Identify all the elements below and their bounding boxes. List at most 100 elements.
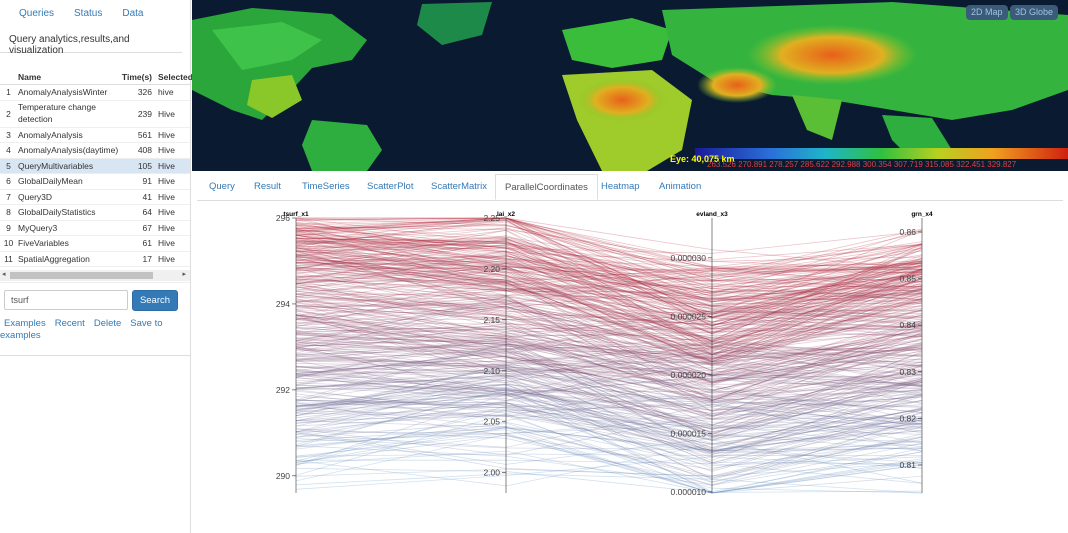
row-index: 4	[6, 145, 11, 155]
row-time: 17	[142, 253, 152, 264]
row-name: QueryMultivariables	[18, 160, 94, 171]
row-time: 91	[142, 176, 152, 186]
axis-label: evland_x3	[696, 211, 728, 218]
tab-timeseries[interactable]: TimeSeries	[300, 174, 352, 200]
row-time: 326	[137, 87, 152, 97]
table-row[interactable]: 7 Query3D 41 Hive	[0, 190, 190, 205]
row-index: 5	[6, 160, 11, 171]
row-selected: Hive	[158, 222, 176, 233]
tick-label: 0.000020	[671, 370, 707, 380]
nav-data[interactable]: Data	[122, 8, 143, 26]
tick-label: 0.000015	[671, 428, 707, 438]
row-name: GlobalDailyStatistics	[18, 207, 96, 217]
table-row[interactable]: 4 AnomalyAnalysis(daytime) 408 Hive	[0, 143, 190, 159]
tick-label: 296	[276, 213, 290, 223]
tick-label: 2.05	[483, 417, 500, 427]
row-selected: Hive	[158, 191, 176, 202]
row-index: 9	[6, 222, 11, 233]
row-time: 105	[137, 160, 152, 171]
row-name: SpatialAggregation	[18, 253, 90, 264]
search-input[interactable]	[4, 290, 128, 310]
tick-label: 0.84	[899, 320, 916, 330]
row-index: 2	[6, 108, 11, 119]
header-selected[interactable]: Selected	[156, 70, 193, 84]
row-selected: Hive	[158, 145, 176, 155]
row-time: 41	[142, 191, 152, 202]
tick-label: 2.10	[483, 366, 500, 376]
row-time: 239	[137, 108, 152, 119]
row-index: 3	[6, 129, 11, 140]
tab-result[interactable]: Result	[252, 174, 283, 200]
tick-label: 0.000010	[671, 487, 707, 497]
table-row[interactable]: 9 MyQuery3 67 Hive	[0, 221, 190, 236]
table-horizontal-scrollbar[interactable]: ◂ ▸	[0, 270, 190, 281]
row-selected: Hive	[158, 253, 176, 264]
row-name: GlobalDailyMean	[18, 176, 83, 186]
tick-label: 0.000025	[671, 311, 707, 321]
row-index: 7	[6, 191, 11, 202]
query-links: Examples Recent Delete Save to examples	[0, 318, 180, 342]
header-time[interactable]: Time(s)	[119, 70, 156, 84]
table-row[interactable]: 10 FiveVariables 61 Hive	[0, 236, 190, 252]
row-time: 67	[142, 222, 152, 233]
table-row[interactable]: 11 SpatialAggregation 17 Hive	[0, 252, 190, 267]
tick-label: 2.00	[483, 468, 500, 478]
globe-map-view[interactable]: 2D Map 3D Globe Eye: 40,075 km 263.526 2…	[192, 0, 1068, 171]
table-row[interactable]: 8 GlobalDailyStatistics 64 Hive	[0, 205, 190, 221]
tab-parallelcoordinates[interactable]: ParallelCoordinates	[495, 174, 598, 200]
header-name[interactable]: Name	[17, 70, 119, 84]
table-row[interactable]: 3 AnomalyAnalysis 561 Hive	[0, 128, 190, 143]
left-panel: Queries Status Data Query analytics,resu…	[0, 0, 193, 533]
tick-label: 294	[276, 299, 290, 309]
row-name: Query3D	[18, 191, 53, 202]
row-time: 408	[137, 145, 152, 155]
row-name: AnomalyAnalysis	[18, 129, 83, 140]
row-name: MyQuery3	[18, 222, 58, 233]
row-selected: Hive	[158, 176, 176, 186]
search-button[interactable]: Search	[132, 290, 178, 311]
table-row[interactable]: 6 GlobalDailyMean 91 Hive	[0, 174, 190, 190]
row-selected: hive	[158, 87, 174, 97]
table-row[interactable]: 2 Temperature change detection 239 Hive	[0, 101, 190, 128]
row-name: Temperature change detection	[18, 101, 96, 124]
recent-link[interactable]: Recent	[55, 318, 85, 329]
nav-queries[interactable]: Queries	[19, 8, 54, 26]
tick-label: 0.82	[899, 413, 916, 423]
data-lines	[295, 217, 923, 494]
scrollbar-thumb[interactable]	[10, 272, 153, 279]
top-nav: Queries Status Data	[0, 0, 190, 26]
tick-label: 2.20	[483, 264, 500, 274]
tab-scattermatrix[interactable]: ScatterMatrix	[429, 174, 489, 200]
table-row[interactable]: 5 QueryMultivariables 105 Hive	[0, 158, 190, 174]
tab-scatterplot[interactable]: ScatterPlot	[365, 174, 415, 200]
color-scale-labels: 263.526 270.891 278.257 285.622 292.988 …	[707, 160, 1017, 169]
tick-label: 290	[276, 471, 290, 481]
row-index: 11	[4, 253, 13, 264]
divider	[0, 355, 190, 356]
row-time: 64	[142, 207, 152, 217]
color-scale-bar	[695, 148, 1068, 159]
header-index	[0, 70, 17, 84]
nav-status[interactable]: Status	[74, 8, 102, 26]
tab-query[interactable]: Query	[207, 174, 237, 200]
2d-map-button[interactable]: 2D Map	[966, 5, 1008, 20]
scroll-left-icon[interactable]: ◂	[2, 270, 6, 278]
row-selected: Hive	[158, 108, 176, 119]
query-table: Name Time(s) Selected 1 AnomalyAnalysisWi…	[0, 70, 193, 283]
table-row[interactable]: 1 AnomalyAnalysisWinter 326 hive	[0, 85, 190, 101]
tick-label: 2.25	[483, 213, 500, 223]
3d-globe-button[interactable]: 3D Globe	[1010, 5, 1059, 20]
examples-link[interactable]: Examples	[4, 318, 46, 329]
row-selected: Hive	[158, 129, 176, 140]
row-index: 10	[3, 238, 14, 248]
row-index: 6	[6, 176, 11, 186]
scroll-right-icon[interactable]: ▸	[182, 270, 186, 278]
delete-link[interactable]: Delete	[94, 318, 121, 329]
tab-heatmap[interactable]: Heatmap	[599, 174, 642, 200]
tick-label: 0.81	[899, 460, 916, 470]
row-name: FiveVariables	[18, 238, 69, 248]
row-selected: Hive	[158, 207, 176, 217]
row-index: 8	[6, 207, 11, 217]
tab-animation[interactable]: Animation	[657, 174, 703, 200]
row-name: AnomalyAnalysis(daytime)	[18, 145, 119, 155]
